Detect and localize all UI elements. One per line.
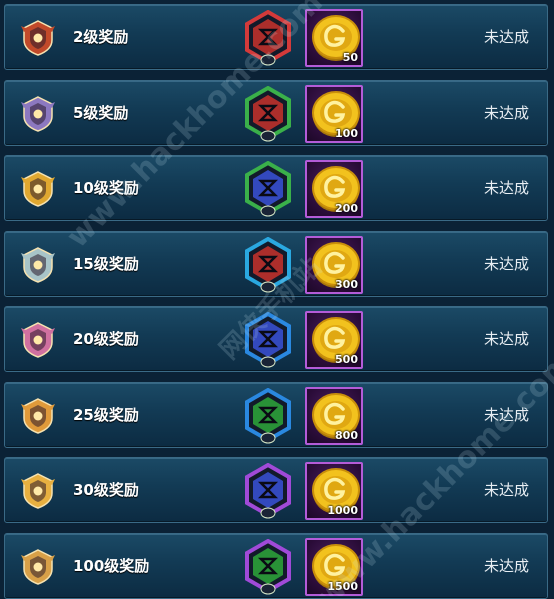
reward-level-title: 100级奖励	[73, 556, 150, 575]
king-rank-icon	[21, 548, 55, 585]
diamond-rank-icon	[21, 322, 55, 358]
coin-reward-slot[interactable]: 1000	[305, 462, 363, 520]
reward-row: 15级奖励 300 未达成	[4, 230, 548, 297]
coin-reward-slot[interactable]: 1500	[305, 537, 363, 596]
coin-reward-slot[interactable]: 300	[305, 235, 363, 294]
coin-count: 300	[335, 277, 358, 291]
reward-row: 5级奖励 100 未达成	[4, 79, 548, 146]
reward-list: 2级奖励 50 未达成 5级奖励 100 未达成 10级奖励 200 未达成 15级奖励 300 未达…	[0, 0, 554, 599]
coin-count: 200	[335, 202, 358, 215]
reward-row: 25级奖励 800 未达成	[4, 381, 548, 448]
star-rank-icon	[21, 397, 55, 434]
coin-count: 100	[335, 126, 358, 140]
coin-count: 1500	[327, 579, 358, 593]
reward-row: 20级奖励 500 未达成	[4, 306, 548, 372]
status-label: 未达成	[483, 481, 529, 499]
coin-reward-slot[interactable]: 800	[305, 386, 363, 445]
status-label: 未达成	[483, 405, 529, 424]
green-rune-gem-icon[interactable]	[243, 538, 293, 595]
reward-level-title: 10级奖励	[73, 179, 139, 197]
reward-level-title: 2级奖励	[73, 28, 129, 46]
reward-level-title: 15级奖励	[73, 254, 139, 273]
platinum-rank-icon	[21, 246, 55, 283]
coin-reward-slot[interactable]: 50	[305, 9, 363, 67]
blue-rune-gem-icon[interactable]	[243, 462, 293, 519]
status-label: 未达成	[483, 28, 529, 46]
coin-count: 500	[335, 353, 358, 366]
reward-row: 30级奖励 1000 未达成	[4, 457, 548, 523]
reward-level-title: 30级奖励	[73, 481, 139, 499]
coin-count: 50	[342, 51, 358, 64]
status-label: 未达成	[483, 330, 529, 348]
coin-reward-slot[interactable]: 100	[305, 84, 363, 143]
red-rune-gem-icon[interactable]	[243, 236, 293, 293]
status-label: 未达成	[483, 556, 529, 575]
status-label: 未达成	[483, 179, 529, 197]
bronze-rank-icon	[21, 20, 55, 56]
reward-level-title: 25级奖励	[73, 405, 139, 424]
reward-row: 2级奖励 50 未达成	[4, 4, 548, 70]
red-rune-gem-icon[interactable]	[243, 9, 293, 66]
reward-level-title: 20级奖励	[73, 330, 139, 348]
blue-rune-gem-icon[interactable]	[243, 311, 293, 368]
status-label: 未达成	[483, 254, 529, 273]
status-label: 未达成	[483, 103, 529, 122]
coin-reward-slot[interactable]: 200	[305, 160, 363, 218]
reward-level-title: 5级奖励	[73, 103, 129, 122]
coin-count: 800	[335, 428, 358, 442]
coin-reward-slot[interactable]: 500	[305, 311, 363, 369]
master-rank-icon	[21, 473, 55, 509]
red-rune-gem-icon[interactable]	[243, 85, 293, 142]
reward-row: 10级奖励 200 未达成	[4, 155, 548, 221]
green-rune-gem-icon[interactable]	[243, 387, 293, 444]
silver-rank-icon	[21, 95, 55, 132]
blue-rune-gem-icon[interactable]	[243, 160, 293, 217]
reward-row: 100级奖励 1500 未达成	[4, 532, 548, 599]
gold-rank-icon	[21, 171, 55, 207]
coin-count: 1000	[327, 504, 358, 517]
